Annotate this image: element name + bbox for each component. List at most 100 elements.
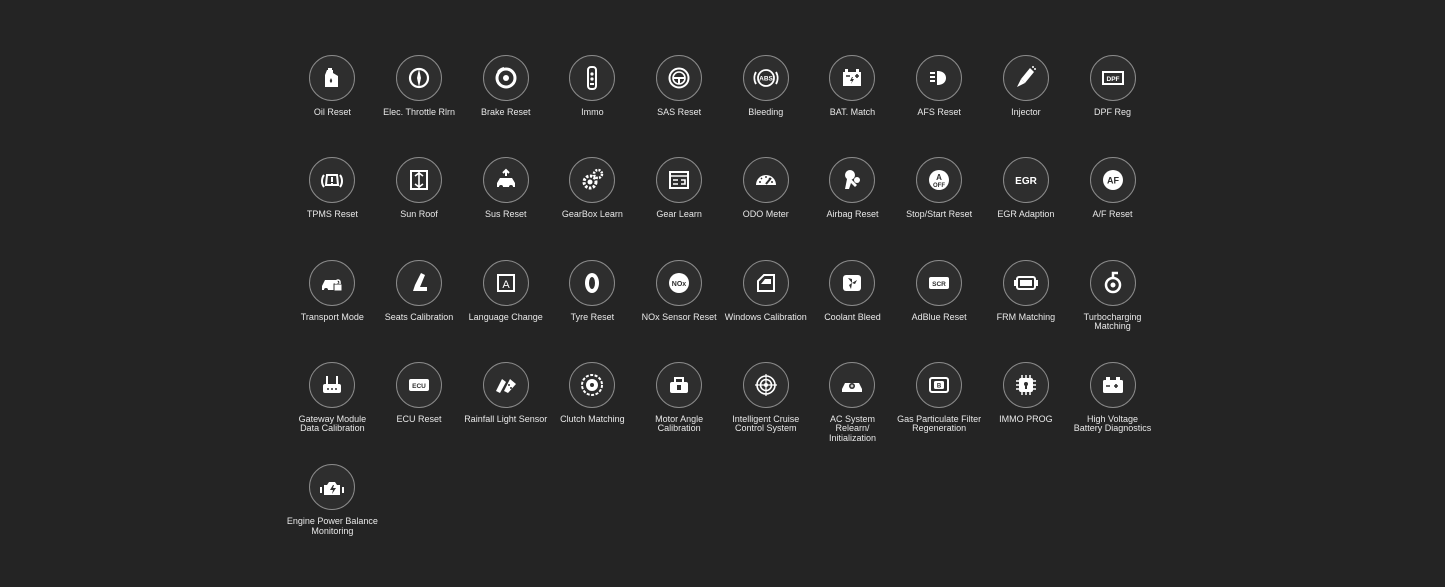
- function-button-airbag-reset[interactable]: [829, 157, 876, 204]
- function-button-clutch-matching[interactable]: [569, 361, 616, 408]
- dpf-icon: DPF: [1099, 64, 1127, 92]
- function-tile-egr-adaption[interactable]: EGR EGR Adaption: [983, 157, 1070, 259]
- function-tile-immo-prog[interactable]: IMMO PROG: [983, 361, 1070, 464]
- function-button-coolant-bleed[interactable]: [829, 259, 876, 306]
- function-button-immo-prog[interactable]: [1002, 361, 1049, 408]
- function-button-gas-particulate-filter-regeneration[interactable]: B: [916, 361, 963, 408]
- function-tile-brake-reset[interactable]: Brake Reset: [462, 55, 549, 157]
- function-tile-engine-power-balance-monitoring[interactable]: Engine Power Balance Monitoring: [287, 464, 378, 566]
- function-button-turbocharging-matching[interactable]: [1089, 259, 1136, 306]
- function-tile-high-voltage-battery-diagnostics[interactable]: High Voltage Battery Diagnostics: [1069, 361, 1156, 464]
- function-tile-sas-reset[interactable]: SAS Reset: [636, 55, 723, 157]
- function-button-gear-learn[interactable]: [656, 157, 703, 204]
- tyre-icon: [578, 269, 606, 297]
- function-button-a-f-reset[interactable]: AF: [1089, 157, 1136, 204]
- function-tile-language-change[interactable]: A Language Change: [462, 259, 549, 362]
- function-tile-windows-calibration[interactable]: Windows Calibration: [722, 259, 809, 362]
- function-button-ac-system-relearn-initialization[interactable]: [829, 361, 876, 408]
- function-tile-rainfall-light-sensor[interactable]: Rainfall Light Sensor: [462, 361, 549, 464]
- function-button-sun-roof[interactable]: [396, 157, 443, 204]
- function-tile-gas-particulate-filter-regeneration[interactable]: B Gas Particulate Filter Regeneration: [896, 361, 983, 464]
- function-tile-immo[interactable]: Immo: [549, 55, 636, 157]
- function-label: Oil Reset: [313, 107, 351, 117]
- function-button-afs-reset[interactable]: [916, 55, 963, 101]
- function-tile-nox-sensor-reset[interactable]: NOx NOx Sensor Reset: [636, 259, 723, 362]
- function-tile-ecu-reset[interactable]: ECU ECU Reset: [376, 361, 463, 464]
- function-tile-gearbox-learn[interactable]: GearBox Learn: [549, 157, 636, 259]
- function-button-gearbox-learn[interactable]: [569, 157, 616, 204]
- function-tile-injector[interactable]: Injector: [983, 55, 1070, 157]
- function-label: Intelligent Cruise Control System: [732, 413, 800, 434]
- function-tile-odo-meter[interactable]: ODO Meter: [722, 157, 809, 259]
- function-label: Stop/Start Reset: [906, 209, 973, 220]
- function-tile-sun-roof[interactable]: Sun Roof: [376, 157, 463, 259]
- function-button-sus-reset[interactable]: [482, 157, 529, 204]
- function-button-brake-reset[interactable]: [482, 55, 529, 101]
- function-label: Injector: [1011, 107, 1041, 117]
- function-tile-motor-angle-calibration[interactable]: Motor Angle Calibration: [636, 361, 723, 464]
- function-button-dpf-reg[interactable]: DPF: [1089, 55, 1136, 101]
- function-tile-coolant-bleed[interactable]: Coolant Bleed: [809, 259, 896, 362]
- function-button-seats-calibration[interactable]: [396, 259, 443, 306]
- function-button-intelligent-cruise-control-system[interactable]: [742, 361, 789, 408]
- function-tile-bat-match[interactable]: BAT. Match: [809, 55, 896, 157]
- function-button-oil-reset[interactable]: [309, 55, 356, 101]
- function-button-elec-throttle-rlrn[interactable]: [396, 55, 443, 101]
- function-tile-adblue-reset[interactable]: SCR AdBlue Reset: [896, 259, 983, 362]
- function-tile-clutch-matching[interactable]: Clutch Matching: [549, 361, 636, 464]
- function-tile-stop-start-reset[interactable]: A OFF Stop/Start Reset: [896, 157, 983, 259]
- function-tile-turbocharging-matching[interactable]: Turbocharging Matching: [1069, 259, 1156, 362]
- function-tile-tyre-reset[interactable]: Tyre Reset: [549, 259, 636, 362]
- function-tile-frm-matching[interactable]: FRM Matching: [983, 259, 1070, 362]
- function-button-injector[interactable]: [1002, 55, 1049, 101]
- function-label: Elec. Throttle Rlrn: [383, 107, 455, 117]
- function-button-windows-calibration[interactable]: [742, 259, 789, 306]
- coolant-fan-icon: [838, 269, 866, 297]
- function-tile-sus-reset[interactable]: Sus Reset: [462, 157, 549, 259]
- function-button-bleeding[interactable]: ABS: [742, 55, 789, 101]
- function-button-bat-match[interactable]: [829, 55, 876, 101]
- svg-text:A: A: [936, 173, 942, 182]
- function-button-transport-mode[interactable]: [309, 259, 356, 306]
- svg-text:EGR: EGR: [1015, 176, 1037, 187]
- function-tile-gear-learn[interactable]: Gear Learn: [636, 157, 723, 259]
- function-tile-a-f-reset[interactable]: AF A/F Reset: [1069, 157, 1156, 259]
- function-label: ODO Meter: [742, 209, 789, 220]
- function-tile-gateway-module-data-calibration[interactable]: Gateway Module Data Calibration: [289, 361, 376, 464]
- function-tile-oil-reset[interactable]: Oil Reset: [289, 55, 376, 157]
- function-tile-airbag-reset[interactable]: Airbag Reset: [809, 157, 896, 259]
- function-button-nox-sensor-reset[interactable]: NOx: [656, 259, 703, 306]
- af-icon: AF: [1099, 166, 1127, 194]
- function-tile-elec-throttle-rlrn[interactable]: Elec. Throttle Rlrn: [376, 55, 463, 157]
- battery-icon: [838, 64, 866, 92]
- function-button-immo[interactable]: [569, 55, 616, 101]
- function-button-egr-adaption[interactable]: EGR: [1002, 157, 1049, 204]
- gpf-icon: B: [925, 371, 953, 399]
- function-button-high-voltage-battery-diagnostics[interactable]: [1089, 361, 1136, 408]
- function-button-motor-angle-calibration[interactable]: [656, 361, 703, 408]
- function-tile-transport-mode[interactable]: Transport Mode: [289, 259, 376, 362]
- function-button-tpms-reset[interactable]: [309, 157, 356, 204]
- function-button-odo-meter[interactable]: [742, 157, 789, 204]
- function-button-gateway-module-data-calibration[interactable]: [309, 361, 356, 408]
- function-button-ecu-reset[interactable]: ECU: [396, 361, 443, 408]
- airbag-icon: [838, 166, 866, 194]
- function-button-language-change[interactable]: A: [482, 259, 529, 306]
- function-button-rainfall-light-sensor[interactable]: [482, 361, 529, 408]
- function-label: Motor Angle Calibration: [655, 413, 704, 434]
- svg-text:ECU: ECU: [412, 383, 426, 390]
- function-tile-intelligent-cruise-control-system[interactable]: Intelligent Cruise Control System: [722, 361, 809, 464]
- function-button-frm-matching[interactable]: [1002, 259, 1049, 306]
- function-button-sas-reset[interactable]: [656, 55, 703, 101]
- function-label: FRM Matching: [996, 311, 1056, 322]
- function-tile-bleeding[interactable]: ABS Bleeding: [722, 55, 809, 157]
- function-button-stop-start-reset[interactable]: A OFF: [916, 157, 963, 204]
- function-button-tyre-reset[interactable]: [569, 259, 616, 306]
- function-tile-tpms-reset[interactable]: TPMS Reset: [289, 157, 376, 259]
- function-button-engine-power-balance-monitoring[interactable]: [309, 464, 356, 511]
- function-button-adblue-reset[interactable]: SCR: [916, 259, 963, 306]
- function-tile-dpf-reg[interactable]: DPF DPF Reg: [1069, 55, 1156, 157]
- function-tile-afs-reset[interactable]: AFS Reset: [896, 55, 983, 157]
- function-tile-ac-system-relearn-initialization[interactable]: AC System Relearn/ Initialization: [809, 361, 896, 464]
- function-tile-seats-calibration[interactable]: Seats Calibration: [376, 259, 463, 362]
